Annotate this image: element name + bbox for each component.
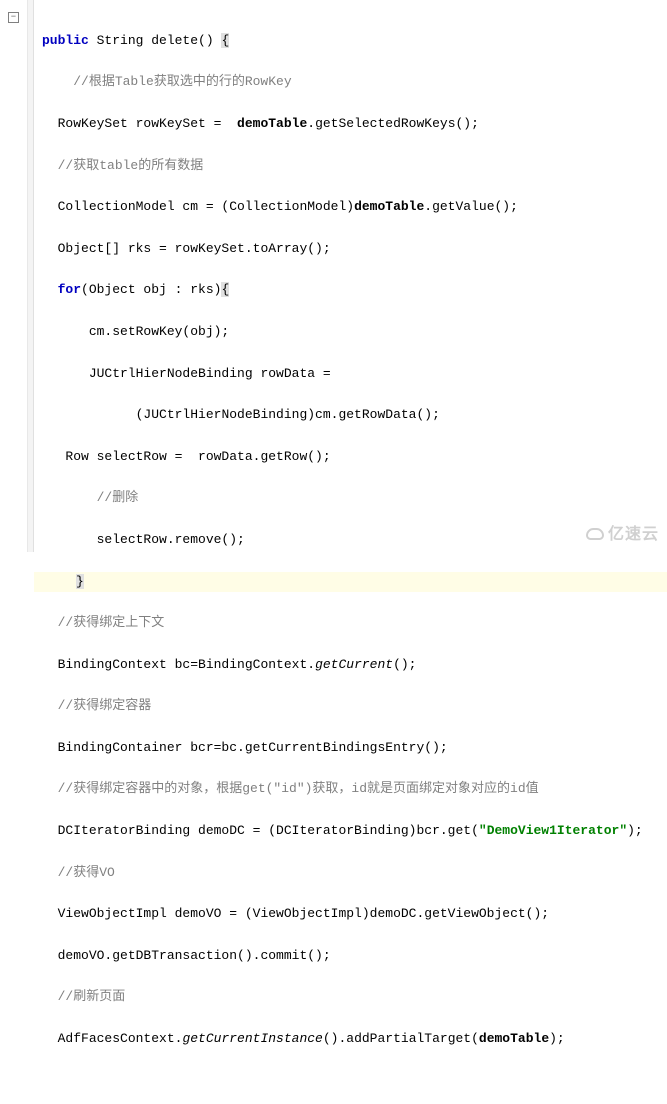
code-line: RowKeySet rowKeySet = demoTable.getSelec… <box>42 114 667 135</box>
keyword: for <box>58 282 81 297</box>
comment: //获取table的所有数据 <box>58 158 204 173</box>
code-text: Object[] rks = rowKeySet.toArray(); <box>58 241 331 256</box>
brace-highlight: { <box>221 33 229 48</box>
keyword: public <box>42 33 89 48</box>
code-line: //获取table的所有数据 <box>42 156 667 177</box>
code-text: JUCtrlHierNodeBinding rowData = <box>89 366 331 381</box>
code-line: Object[] rks = rowKeySet.toArray(); <box>42 239 667 260</box>
code-line: BindingContainer bcr=bc.getCurrentBindin… <box>42 738 667 759</box>
code-italic: getCurrentInstance <box>182 1031 322 1046</box>
code-line: DCIteratorBinding demoDC = (DCIteratorBi… <box>42 821 667 842</box>
code-line: //获得绑定上下文 <box>42 613 667 634</box>
code-italic: getCurrent <box>315 657 393 672</box>
code-line: //刷新页面 <box>42 987 667 1008</box>
comment: //获得绑定容器中的对象，根据get("id")获取，id就是页面绑定对象对应的… <box>58 781 539 796</box>
code-line: public String delete() { <box>42 31 667 52</box>
code-line: selectRow.remove(); <box>42 530 667 551</box>
code-text: ); <box>549 1031 565 1046</box>
comment: //根据Table获取选中的行的RowKey <box>73 74 291 89</box>
code-line-highlight: } <box>34 572 667 593</box>
code-text: cm.setRowKey(obj); <box>89 324 229 339</box>
code-text: .getValue(); <box>424 199 518 214</box>
code-text: Row selectRow = rowData.getRow(); <box>65 449 330 464</box>
code-text: ViewObjectImpl demoVO = (ViewObjectImpl)… <box>58 906 549 921</box>
code-text: (); <box>393 657 416 672</box>
code-text: AdfFacesContext. <box>58 1031 183 1046</box>
code-text: selectRow.remove(); <box>97 532 245 547</box>
code-line: JUCtrlHierNodeBinding rowData = <box>42 364 667 385</box>
code-text: ().addPartialTarget( <box>323 1031 479 1046</box>
code-line: //获得绑定容器 <box>42 696 667 717</box>
code-line: CollectionModel cm = (CollectionModel)de… <box>42 197 667 218</box>
gutter: − <box>0 0 28 552</box>
code-line: Row selectRow = rowData.getRow(); <box>42 447 667 468</box>
code-line: AdfFacesContext.getCurrentInstance().add… <box>42 1029 667 1050</box>
code-text: (JUCtrlHierNodeBinding)cm.getRowData(); <box>136 407 440 422</box>
code-bold: demoTable <box>229 116 307 131</box>
code-text: String delete() <box>89 33 222 48</box>
code-text: CollectionModel cm = (CollectionModel) <box>58 199 354 214</box>
code-line: demoVO.getDBTransaction().commit(); <box>42 946 667 967</box>
code-line: //获得绑定容器中的对象，根据get("id")获取，id就是页面绑定对象对应的… <box>42 779 667 800</box>
code-text: .getSelectedRowKeys(); <box>307 116 479 131</box>
code-text: ); <box>627 823 643 838</box>
code-line <box>42 1071 667 1092</box>
code-line: //删除 <box>42 488 667 509</box>
code-line: ViewObjectImpl demoVO = (ViewObjectImpl)… <box>42 904 667 925</box>
brace-highlight: { <box>221 282 229 297</box>
comment: //获得VO <box>58 865 115 880</box>
code-line: cm.setRowKey(obj); <box>42 322 667 343</box>
comment: //获得绑定上下文 <box>58 615 165 630</box>
code-text: RowKeySet rowKeySet = <box>58 116 230 131</box>
comment: //删除 <box>97 490 139 505</box>
code-text: BindingContainer bcr=bc.getCurrentBindin… <box>58 740 448 755</box>
code-line: for(Object obj : rks){ <box>42 280 667 301</box>
brace-highlight: } <box>76 574 84 589</box>
code-text: DCIteratorBinding demoDC = (DCIteratorBi… <box>58 823 479 838</box>
code-text: (Object obj : rks) <box>81 282 221 297</box>
code-line: //根据Table获取选中的行的RowKey <box>42 72 667 93</box>
fold-toggle-icon[interactable]: − <box>8 12 19 23</box>
code-bold: demoTable <box>479 1031 549 1046</box>
code-line: (JUCtrlHierNodeBinding)cm.getRowData(); <box>42 405 667 426</box>
code-editor: − public String delete() { //根据Table获取选中… <box>0 0 667 552</box>
code-text: demoVO.getDBTransaction().commit(); <box>58 948 331 963</box>
code-line: //获得VO <box>42 863 667 884</box>
code-text: BindingContext bc=BindingContext. <box>58 657 315 672</box>
code-line: BindingContext bc=BindingContext.getCurr… <box>42 655 667 676</box>
code-bold: demoTable <box>354 199 424 214</box>
comment: //获得绑定容器 <box>58 698 152 713</box>
code-area[interactable]: public String delete() { //根据Table获取选中的行… <box>34 0 667 552</box>
comment: //刷新页面 <box>58 989 126 1004</box>
string-literal: "DemoView1Iterator" <box>479 823 627 838</box>
